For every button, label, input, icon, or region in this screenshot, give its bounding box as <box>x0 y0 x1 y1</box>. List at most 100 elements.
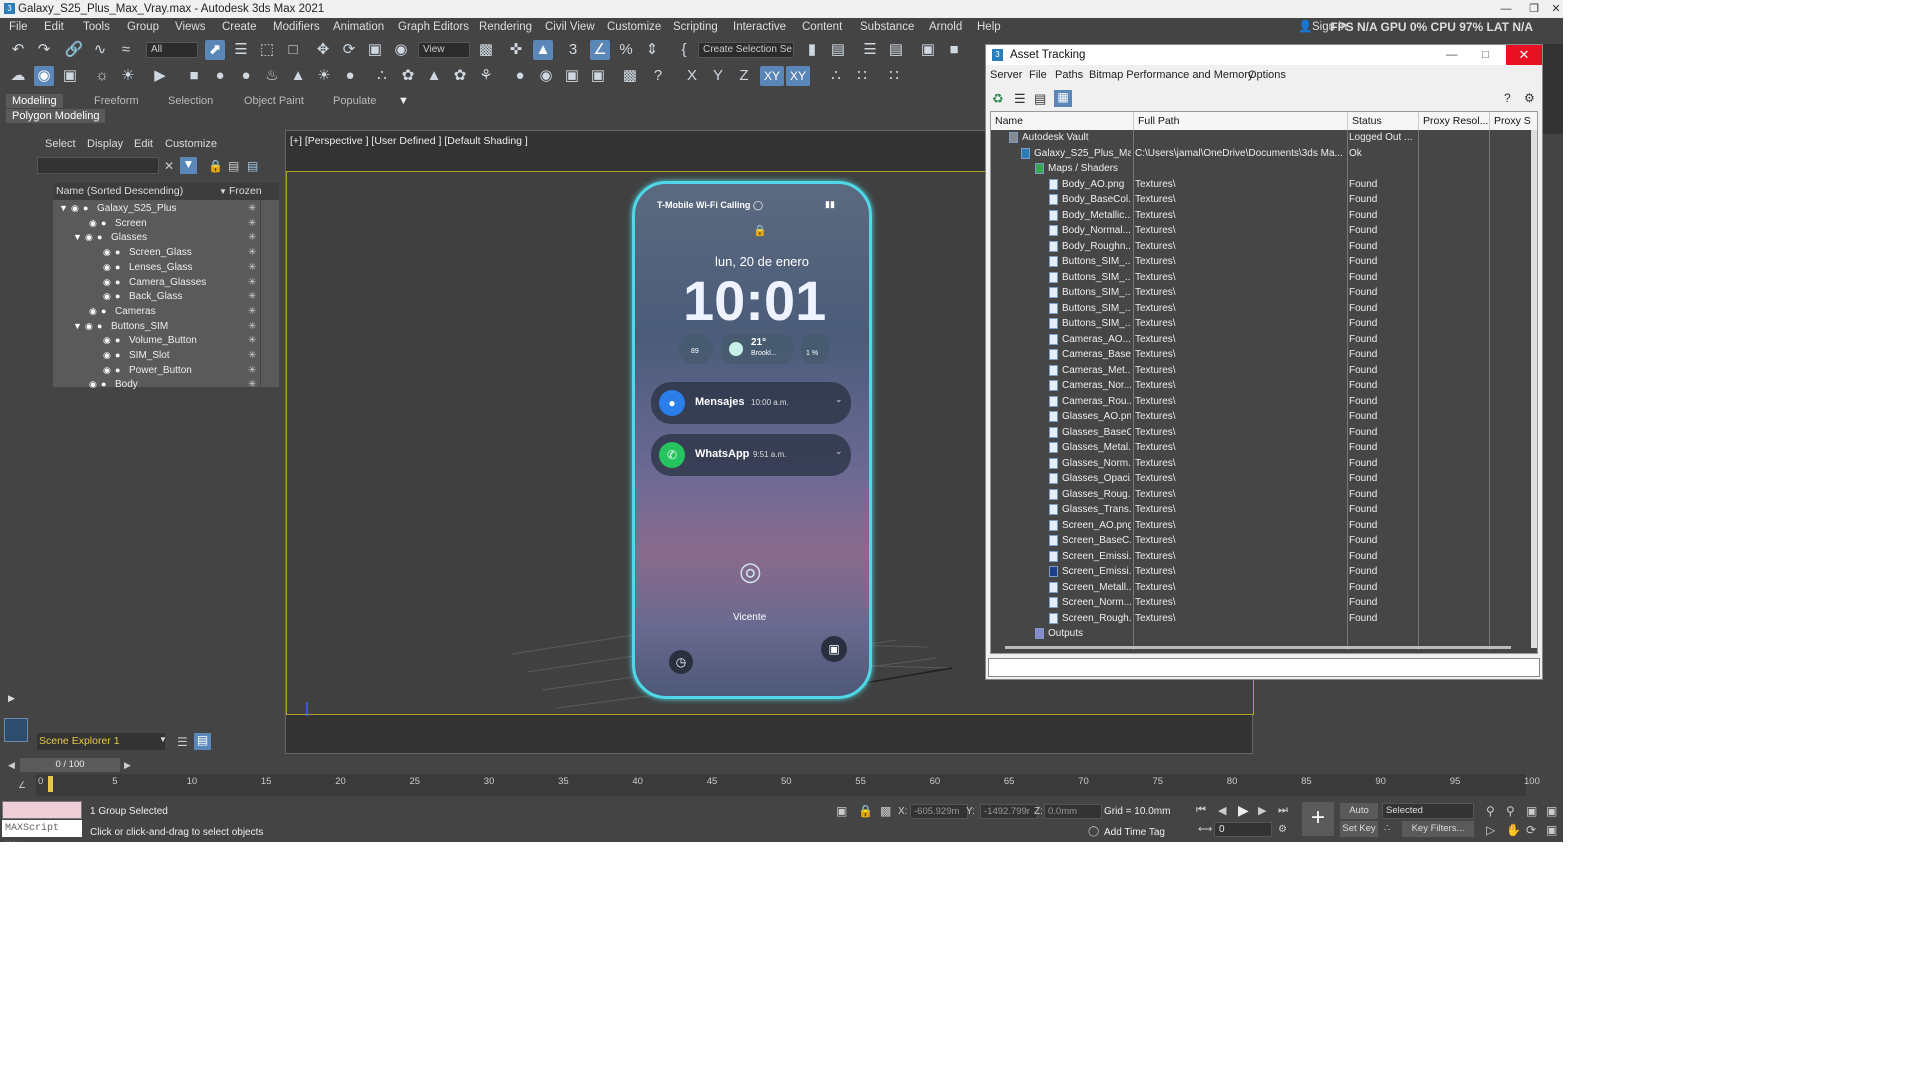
render-setup-icon[interactable]: ▣ <box>60 66 80 86</box>
asset-menu-file[interactable]: File <box>1029 69 1047 81</box>
redo-icon[interactable]: ↷ <box>34 40 54 60</box>
se-menu-display[interactable]: Display <box>87 138 123 150</box>
environment-icon[interactable]: ☁ <box>8 66 28 86</box>
tree-row[interactable]: ◉ ● Lenses_Glass ✳ <box>53 260 279 275</box>
axis-x-button[interactable]: X <box>682 66 702 86</box>
tree-row[interactable]: ◉ ● Volume_Button ✳ <box>53 333 279 348</box>
asset-help-icon[interactable]: ? <box>1504 91 1511 105</box>
viewport-layout-icon[interactable] <box>4 718 28 742</box>
menu-tools[interactable]: Tools <box>83 18 110 36</box>
set-key-big-icon[interactable]: + <box>1302 802 1334 836</box>
col-full-path[interactable]: Full Path <box>1133 112 1179 130</box>
layers-icon[interactable]: ☰ <box>177 735 188 749</box>
asset-menu-options[interactable]: Options <box>1248 69 1286 81</box>
asset-row[interactable]: Body_AO.png Textures\ Found <box>991 177 1537 193</box>
asset-row[interactable]: Glasses_Trans... Textures\ Found <box>991 502 1537 518</box>
tab-selection[interactable]: Selection <box>168 94 213 108</box>
maximize-viewport-icon[interactable]: ▣ <box>1546 823 1557 837</box>
tab-freeform[interactable]: Freeform <box>94 94 139 108</box>
axis-xy-button[interactable]: XY <box>760 66 784 86</box>
menu-substance[interactable]: Substance <box>860 18 914 36</box>
vray-mesh-icon[interactable]: ✿ <box>450 66 470 86</box>
orbit-icon[interactable]: ⟳ <box>1526 823 1536 837</box>
asset-row[interactable]: Screen_BaseC... Textures\ Found <box>991 533 1537 549</box>
visibility-icon[interactable]: ◉ <box>103 348 111 363</box>
asset-row[interactable]: Maps / Shaders <box>991 161 1537 177</box>
close-button[interactable]: ✕ <box>1542 0 1563 18</box>
visibility-icon[interactable]: ◉ <box>103 275 111 290</box>
sort-mode-icon[interactable]: ▤ <box>194 733 211 750</box>
clear-search-icon[interactable]: ✕ <box>164 159 174 173</box>
asset-row[interactable]: Buttons_SIM_... Textures\ Found <box>991 254 1537 270</box>
notification-mensajes[interactable]: ● Mensajes 10:00 a.m. ⌄ <box>651 382 851 424</box>
frozen-toggle-icon[interactable]: ✳ <box>248 319 256 334</box>
vertical-scrollbar[interactable] <box>1531 130 1537 648</box>
set-key-button[interactable]: Set Key <box>1340 821 1378 837</box>
timeline-prev-icon[interactable]: ◀ <box>8 760 15 771</box>
axis-z-button[interactable]: Z <box>734 66 754 86</box>
menu-civil-view[interactable]: Civil View <box>545 18 595 36</box>
zoom-extents-icon[interactable]: ▣ <box>1526 804 1537 818</box>
asset-row[interactable]: Screen_Rough... Textures\ Found <box>991 611 1537 627</box>
asset-row[interactable]: Body_Metallic... Textures\ Found <box>991 208 1537 224</box>
expand-arrow-icon[interactable]: ▼ <box>73 319 82 334</box>
asset-row[interactable]: Galaxy_S25_Plus_Ma... C:\Users\jamal\OneD… <box>991 146 1537 162</box>
menu-animation[interactable]: Animation <box>333 18 384 36</box>
window-crossing-icon[interactable]: □ <box>283 40 303 60</box>
asset-row[interactable]: Body_BaseCol... Textures\ Found <box>991 192 1537 208</box>
add-time-tag[interactable]: Add Time Tag <box>1104 827 1165 838</box>
color-palette-icon[interactable]: ◉ <box>536 66 556 86</box>
vfb-icon[interactable]: ▣ <box>562 66 582 86</box>
goto-start-icon[interactable]: ⏮ <box>1196 804 1206 817</box>
play-icon[interactable]: ▶ <box>1238 802 1249 819</box>
asset-row[interactable]: Buttons_SIM_... Textures\ Found <box>991 316 1537 332</box>
asset-maximize-button[interactable]: □ <box>1482 45 1489 65</box>
asset-row[interactable]: Buttons_SIM_... Textures\ Found <box>991 270 1537 286</box>
z-coord-field[interactable]: 0.0mm <box>1044 804 1102 819</box>
move-icon[interactable]: ✥ <box>313 40 333 60</box>
asset-row[interactable]: Glasses_BaseC... Textures\ Found <box>991 425 1537 441</box>
asset-row[interactable]: Buttons_SIM_... Textures\ Found <box>991 301 1537 317</box>
tree-row[interactable]: ◉ ● Screen ✳ <box>53 216 279 231</box>
menu-create[interactable]: Create <box>222 18 257 36</box>
polygon-modeling-panel[interactable]: Polygon Modeling <box>6 109 106 123</box>
col-name-header[interactable]: Name (Sorted Descending) <box>56 183 183 200</box>
frozen-toggle-icon[interactable]: ✳ <box>248 289 256 304</box>
frozen-toggle-icon[interactable]: ✳ <box>248 304 256 319</box>
curve-editor-icon[interactable]: ▣ <box>918 40 938 60</box>
list-view-icon[interactable]: ☰ <box>1014 91 1026 107</box>
axis-xy-cycle-button[interactable]: XY <box>786 66 810 86</box>
key-mode-icon[interactable]: ⟷ <box>1198 824 1212 835</box>
visibility-icon[interactable]: ◉ <box>85 319 93 334</box>
proxy-icon[interactable]: ▲ <box>424 66 444 86</box>
visibility-icon[interactable]: ◉ <box>103 245 111 260</box>
menu-customize[interactable]: Customize <box>607 18 661 36</box>
visibility-icon[interactable]: ◉ <box>103 260 111 275</box>
isolate-icon[interactable]: ▣ <box>836 804 847 818</box>
menu-file[interactable]: File <box>9 18 28 36</box>
asset-row[interactable]: Cameras_Nor... Textures\ Found <box>991 378 1537 394</box>
pan-icon[interactable]: ✋ <box>1506 823 1521 837</box>
percent-snap-icon[interactable]: % <box>616 40 636 60</box>
ribbon-toggle-icon[interactable]: ▤ <box>886 40 906 60</box>
menu-help[interactable]: Help <box>977 18 1001 36</box>
render-frame-icon[interactable]: ☀ <box>118 66 138 86</box>
horizontal-scrollbar[interactable] <box>1005 646 1511 649</box>
align-icon[interactable]: ▤ <box>828 40 848 60</box>
layer-explorer-icon[interactable]: ☰ <box>860 40 880 60</box>
array-icon[interactable]: ∷ <box>852 66 872 86</box>
time-cursor[interactable] <box>48 776 53 792</box>
asset-menu-paths[interactable]: Paths <box>1055 69 1083 81</box>
tab-object-paint[interactable]: Object Paint <box>244 94 304 108</box>
frozen-toggle-icon[interactable]: ✳ <box>248 260 256 275</box>
vray-lock-icon[interactable]: ▩ <box>620 66 640 86</box>
asset-row[interactable]: Buttons_SIM_... Textures\ Found <box>991 285 1537 301</box>
asset-row[interactable]: Cameras_Base... Textures\ Found <box>991 347 1537 363</box>
scene-search-input[interactable] <box>37 157 159 174</box>
asset-minimize-button[interactable]: — <box>1446 45 1458 65</box>
explorer-dropdown-icon[interactable]: ▼ <box>159 735 167 744</box>
key-selection-dropdown[interactable]: Selected <box>1382 803 1474 819</box>
visibility-icon[interactable]: ◉ <box>89 216 97 231</box>
menu-views[interactable]: Views <box>175 18 205 36</box>
asset-row[interactable]: Glasses_Metal... Textures\ Found <box>991 440 1537 456</box>
